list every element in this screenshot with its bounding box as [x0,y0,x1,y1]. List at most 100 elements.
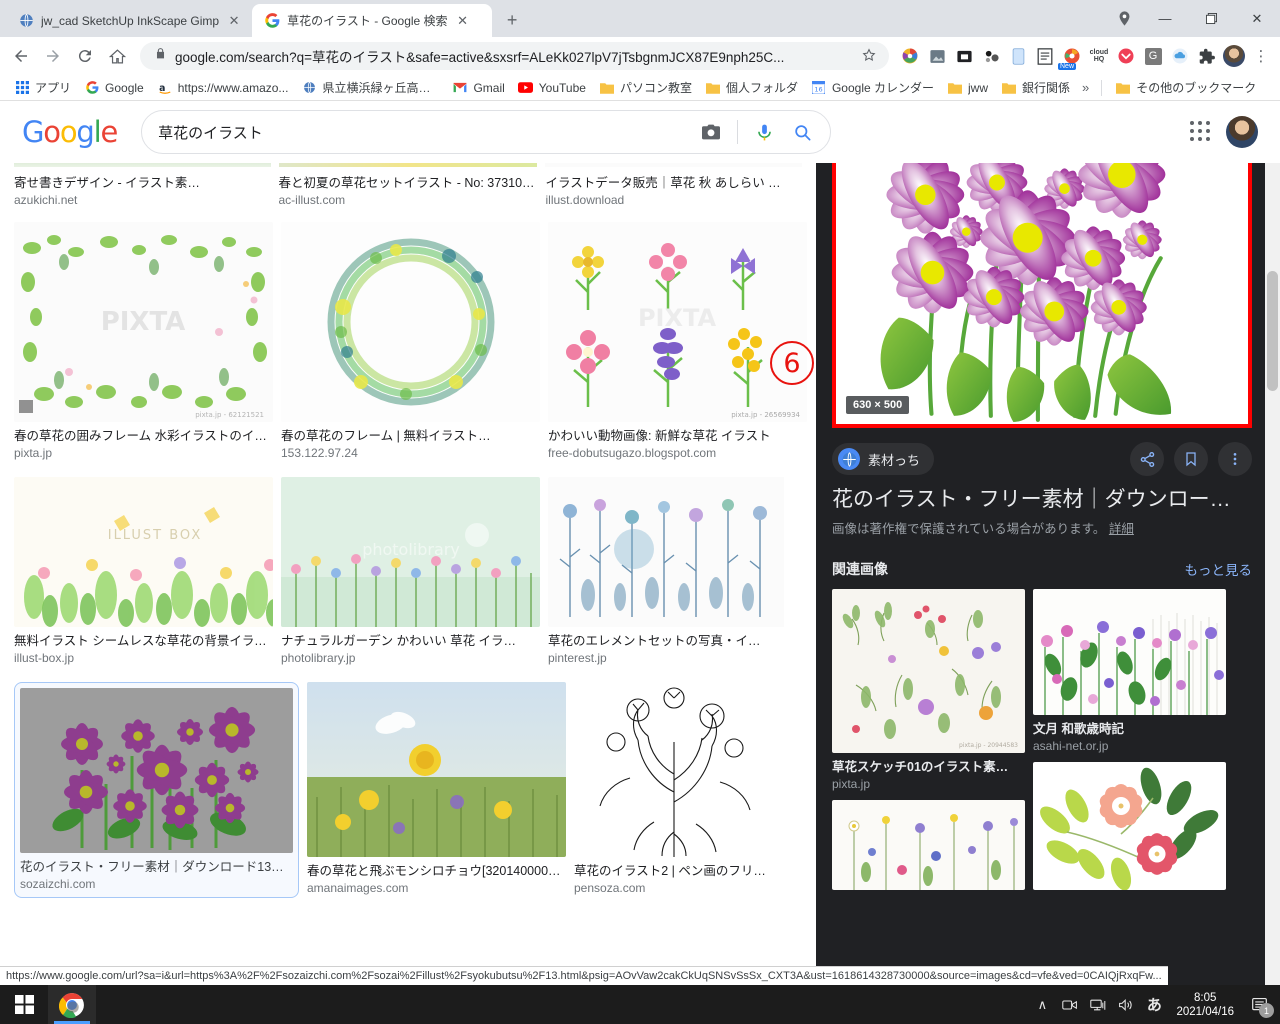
page-scrollbar[interactable] [1265,101,1280,985]
bookmark-pc-class[interactable]: パソコン教室 [593,76,698,99]
search-box[interactable]: 草花のイラスト [141,110,832,154]
notification-icon[interactable]: 1 [1242,985,1276,1024]
related-thumbnail[interactable] [1033,762,1226,890]
share-icon[interactable] [1130,442,1164,476]
related-thumbnail[interactable]: pixta.jp - 20944583 [832,589,1025,753]
result-thumbnail[interactable] [281,222,540,422]
cloudhq-extension-icon[interactable]: cloud HQ [1086,43,1112,69]
google-apps-icon[interactable] [1190,121,1212,143]
screenshot-extension-icon[interactable] [924,43,950,69]
account-avatar[interactable] [1226,116,1258,148]
star-icon[interactable] [861,47,877,66]
close-icon[interactable]: ✕ [455,13,471,29]
bookmark-youtube[interactable]: YouTube [512,77,592,99]
bookmark-gmail[interactable]: Gmail [446,77,510,99]
new-tab-button[interactable]: + [498,6,526,34]
result-card[interactable]: 春と初夏の草花セットイラスト - No: 373109／無料… ac-illus… [279,169,538,208]
address-bar[interactable]: google.com/search?q=草花のイラスト&safe=active&… [140,42,889,70]
maximize-button[interactable] [1188,3,1234,35]
bookmark-school[interactable]: 県立横浜緑ヶ丘高等... [295,76,445,99]
home-button[interactable] [102,41,132,71]
google-logo[interactable]: Google [22,115,118,149]
related-card[interactable]: pixta.jp - 20944583 草花スケッチ01のイラスト素… pixt… [832,589,1025,792]
network-icon[interactable] [1084,985,1112,1024]
result-card[interactable]: 春の草花と飛ぶモンシロチョウ[3201400002… amanaimages.c… [307,682,566,898]
bookmark-jww[interactable]: jww [941,77,994,99]
result-card[interactable]: 草花のエレメントセットの写真・イ… pinterest.jp [548,477,802,666]
puzzle-extensions-icon[interactable] [1194,43,1220,69]
taskbar-clock[interactable]: 8:05 2021/04/16 [1168,991,1242,1019]
more-vert-icon[interactable] [1218,442,1252,476]
preview-title[interactable]: 花のイラスト・フリー素材｜ダウンロー… [816,476,1280,514]
pin-marker-icon[interactable] [1106,3,1142,35]
browser-tab-0[interactable]: jw_cad SketchUp InkScape Gimp ✕ [6,4,252,37]
related-card[interactable] [1033,762,1226,890]
bookmark-apps[interactable]: アプリ [8,76,77,99]
result-card[interactable]: 寄せ書きデザイン - イラスト素… azukichi.net [14,169,271,208]
cloud-extension-icon[interactable] [1167,43,1193,69]
other-bookmarks-button[interactable]: その他のブックマーク [1109,76,1262,99]
result-card-selected[interactable]: 花のイラスト・フリー素材｜ダウンロード13… sozaizchi.com [14,682,299,898]
notes-extension-icon[interactable] [1032,43,1058,69]
forward-button[interactable] [38,41,68,71]
new-extension-icon[interactable]: New [1058,43,1085,70]
result-thumbnail[interactable] [20,688,293,853]
ime-mode-icon[interactable]: あ [1140,985,1168,1024]
result-thumbnail[interactable]: PIXTA pixta.jp - 62121521 [14,222,273,422]
bookmark-bank[interactable]: 銀行関係 [995,76,1076,99]
volume-icon[interactable] [1112,985,1140,1024]
microphone-icon[interactable] [752,120,776,144]
camera-search-icon[interactable] [699,120,723,144]
source-site-chip[interactable]: 素材っち [832,443,935,475]
result-card[interactable]: photolibrary ナチュラルガーデン かわいい 草花 イラ… photo… [281,477,540,666]
result-card[interactable]: イラストデータ販売｜草花 秋 あしらい … illust.download [546,169,803,208]
windows-start-icon[interactable] [0,985,48,1024]
close-icon[interactable]: ✕ [226,13,242,29]
bookmark-google-calendar[interactable]: 16 Google カレンダー [805,76,940,99]
related-card[interactable]: 文月 和歌歳時記 asahi-net.or.jp [1033,589,1226,754]
result-thumbnail[interactable]: photolibrary [281,477,540,627]
camera-privacy-icon[interactable] [1056,985,1084,1024]
result-card[interactable]: ILLUST BOX 無料イラスト シームレスな草花の背景イラスト illust… [14,477,273,666]
close-button[interactable]: ✕ [1234,3,1280,35]
bookmark-label: アプリ [35,81,72,95]
result-card[interactable]: 草花のイラスト2 | ペン画のフリ… pensoza.com [574,682,774,898]
pocket-extension-icon[interactable] [1113,43,1139,69]
result-card[interactable]: PIXTA pixta.jp - 26569934 かわいい動物画像: 新鮮な草… [548,222,807,461]
result-thumbnail[interactable] [548,477,802,627]
preview-image[interactable] [836,117,1248,424]
result-card[interactable]: 春の草花のフレーム | 無料イラスト… 153.122.97.24 [281,222,540,461]
image-results-grid[interactable]: 寄せ書きデザイン - イラスト素… azukichi.net 春と初夏の草花セッ… [0,155,816,985]
bookmark-personal-folder[interactable]: 個人フォルダ [699,76,804,99]
related-thumbnail[interactable] [1033,589,1226,715]
see-more-link[interactable]: もっと見る [1185,559,1253,579]
reload-button[interactable] [70,41,100,71]
minimize-button[interactable]: — [1142,3,1188,35]
back-button[interactable] [6,41,36,71]
search-input[interactable]: 草花のイラスト [158,122,685,143]
result-thumbnail[interactable] [574,682,774,857]
video-capture-extension-icon[interactable] [951,43,977,69]
related-thumbnail[interactable] [832,800,1025,890]
bookmark-google[interactable]: Google [78,77,150,99]
details-link[interactable]: 詳細 [1109,522,1134,536]
bookmark-icon[interactable] [1174,442,1208,476]
result-thumbnail[interactable]: PIXTA pixta.jp - 26569934 [548,222,807,422]
result-thumbnail[interactable]: ILLUST BOX [14,477,273,627]
color-wheel-extension-icon[interactable] [897,43,923,69]
related-card[interactable] [832,800,1025,890]
bookmark-amazon[interactable]: a https://www.amazo... [151,77,295,99]
molecule-extension-icon[interactable] [978,43,1004,69]
page-scrollbar-thumb[interactable] [1267,271,1278,391]
grammarly-extension-icon[interactable]: G [1140,43,1166,69]
show-hidden-icons-chevron[interactable]: ∧ [1028,985,1056,1024]
browser-tab-1[interactable]: 草花のイラスト - Google 検索 ✕ [252,4,493,37]
kebab-menu-icon[interactable]: ⋮ [1248,43,1274,69]
search-icon[interactable] [790,120,814,144]
chrome-taskbar-icon[interactable] [48,985,96,1024]
bluelight-extension-icon[interactable] [1005,43,1031,69]
profile-avatar[interactable] [1221,43,1247,69]
result-thumbnail[interactable] [307,682,566,857]
result-card[interactable]: PIXTA pixta.jp - 62121521 春の草花の囲みフレーム 水彩… [14,222,273,461]
bookmarks-overflow-button[interactable]: » [1077,77,1094,98]
